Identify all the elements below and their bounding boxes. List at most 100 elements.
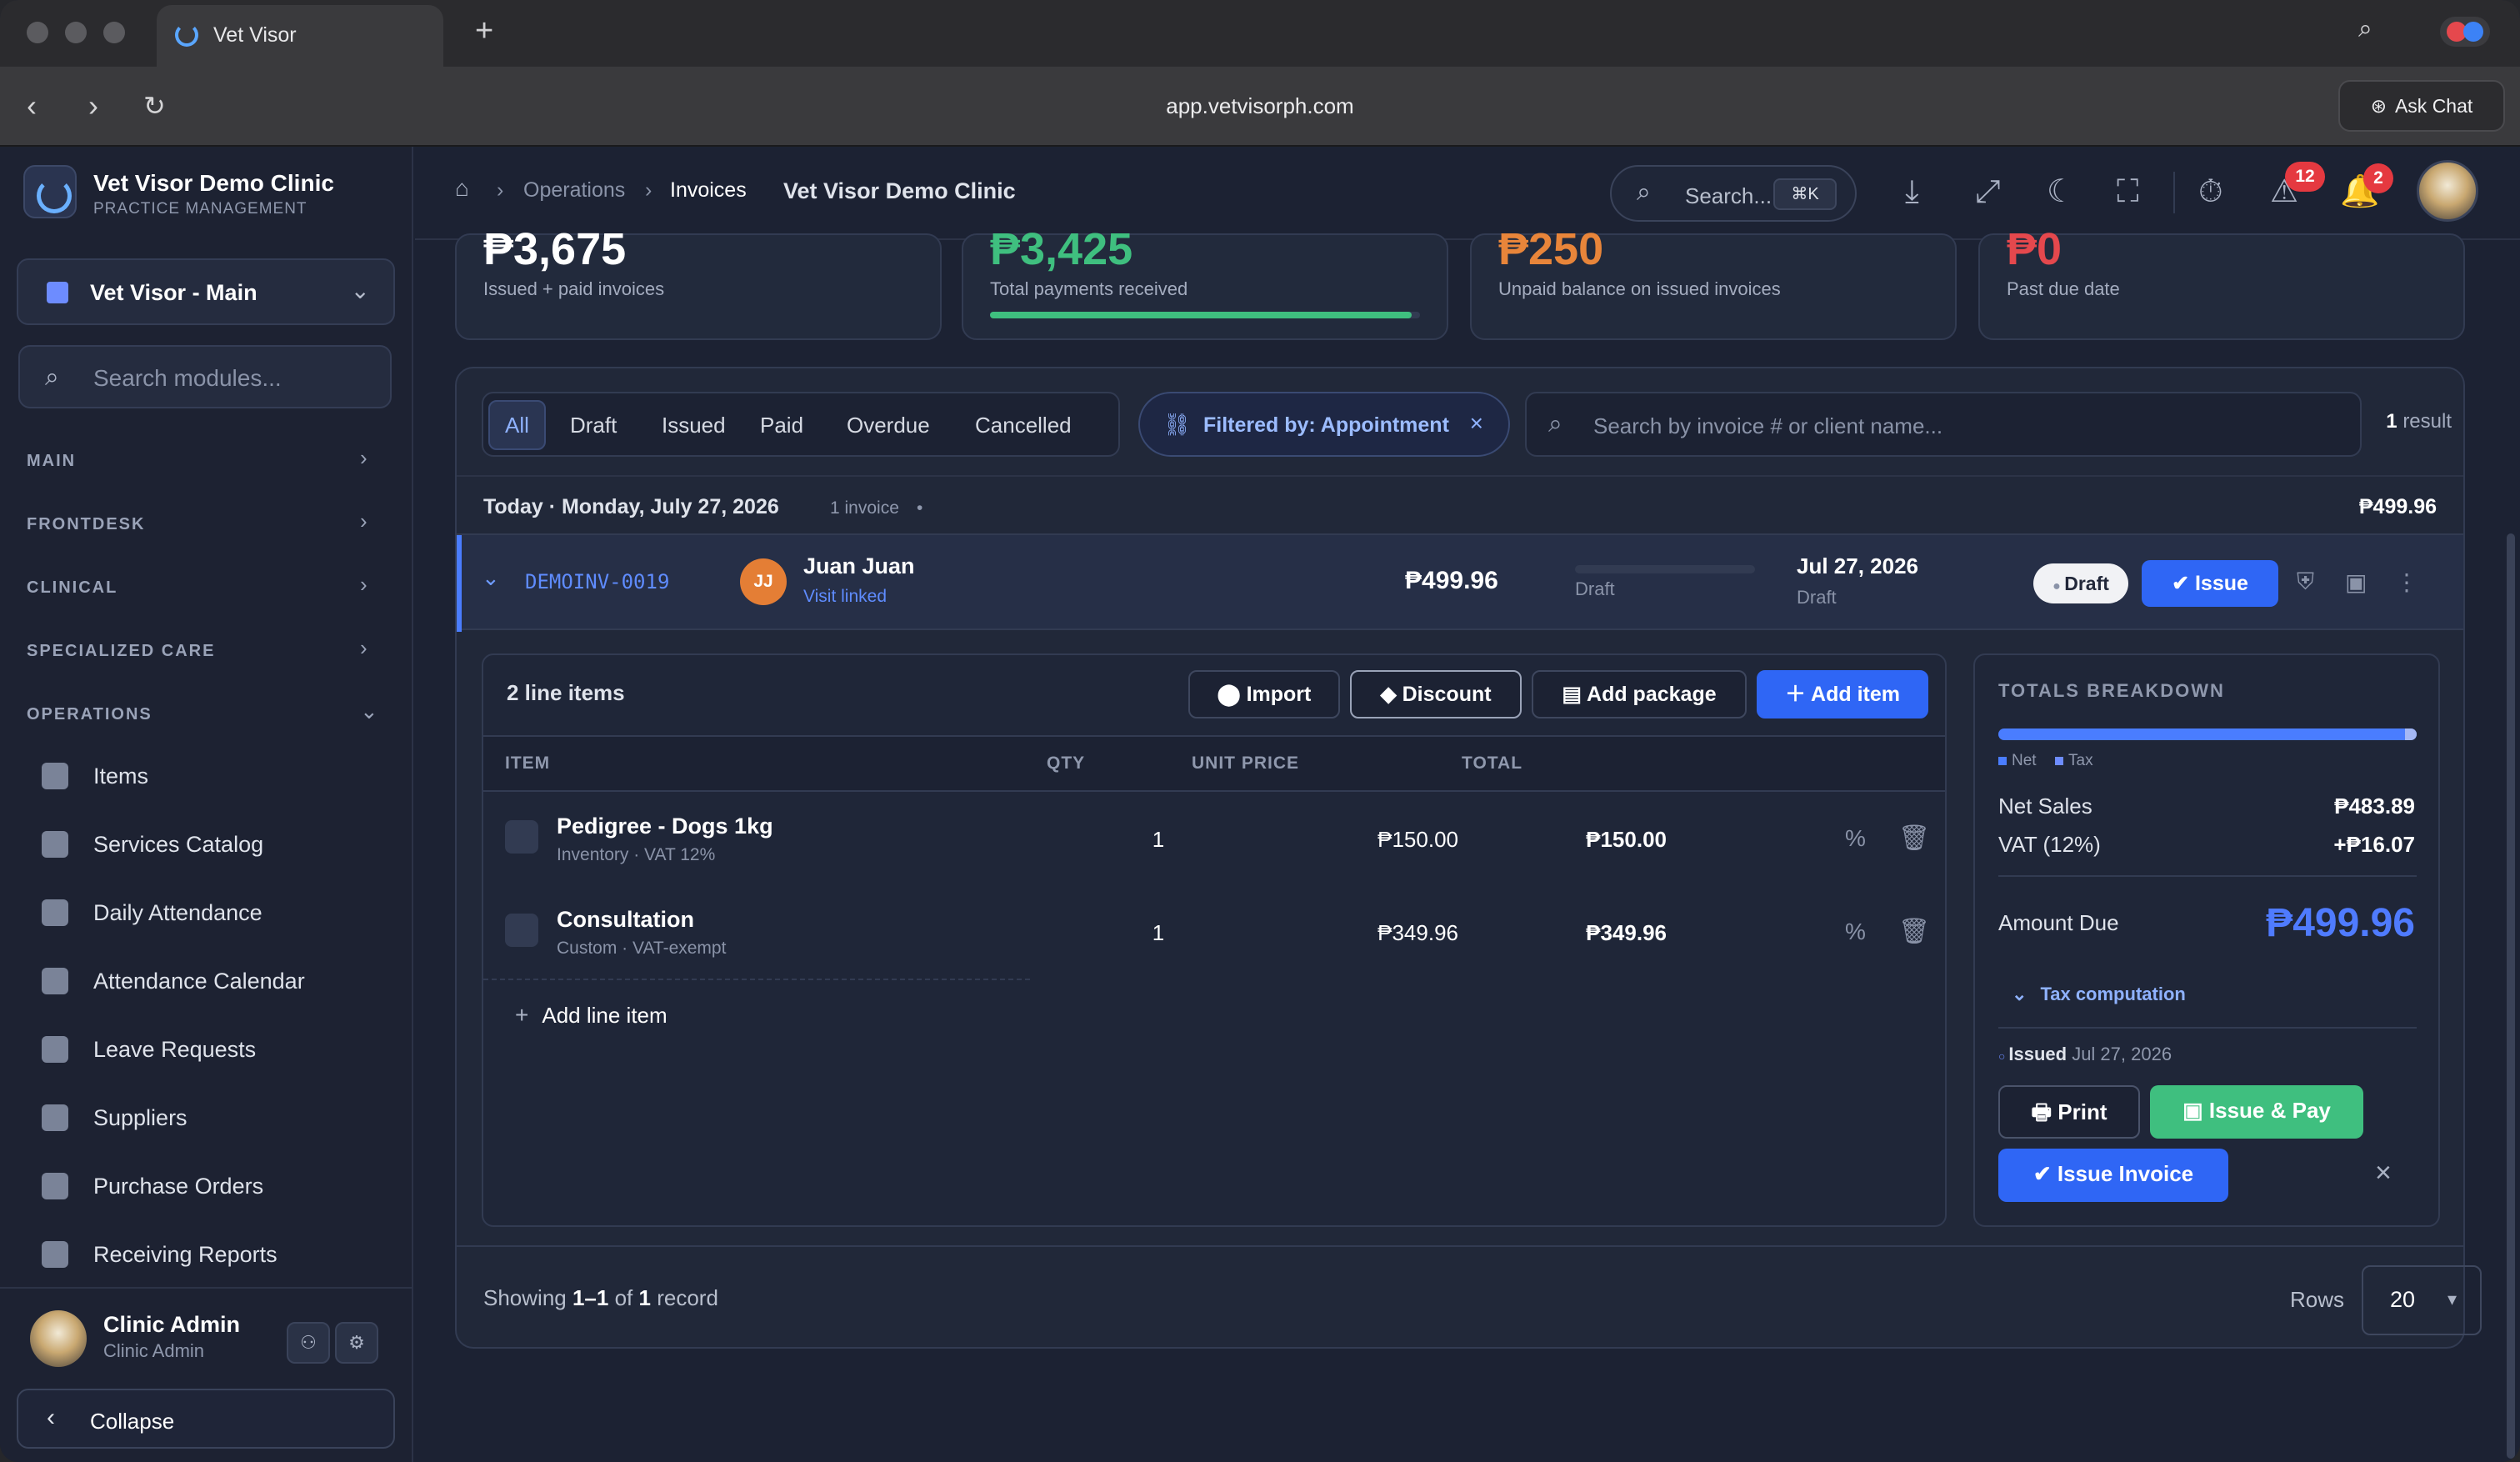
sidebar-item-services-catalog[interactable]: Services Catalog — [42, 824, 263, 865]
line-item-qty[interactable]: 1 — [1142, 827, 1175, 853]
expand-icon[interactable]: ⤢ — [1975, 175, 2000, 208]
chevron-right-icon[interactable]: › — [360, 508, 368, 534]
invoice-search-input[interactable]: ⌕ Search by invoice # or client name... — [1525, 392, 2362, 457]
tab-all[interactable]: All — [488, 400, 546, 450]
invoice-row[interactable]: ⌄ DEMOINV-0019 JJ Juan Juan Visit linked… — [457, 533, 2463, 632]
more-vertical-icon[interactable]: ⋮ — [2395, 568, 2418, 596]
add-item-button[interactable]: ＋ Add item — [1757, 670, 1928, 718]
page-scrollbar[interactable] — [2507, 533, 2515, 1459]
breadcrumb-operations[interactable]: Operations — [523, 178, 625, 203]
print-button[interactable]: 🖶 Print — [1998, 1085, 2140, 1139]
showing-records: Showing 1–1 of 1 record — [483, 1285, 718, 1311]
line-item-total: ₱349.96 — [1586, 920, 1667, 945]
issue-invoice-label: Issue Invoice — [2057, 1161, 2194, 1186]
breadcrumb-invoices[interactable]: Invoices — [670, 178, 747, 203]
tab-draft[interactable]: Draft — [555, 400, 632, 450]
issue-invoice-button[interactable]: ✔ Issue Invoice — [1998, 1149, 2228, 1202]
chevron-right-icon[interactable]: › — [360, 635, 368, 661]
avatar[interactable] — [2417, 160, 2478, 222]
tab-paid[interactable]: Paid — [745, 400, 818, 450]
import-button[interactable]: ⬤ Import — [1188, 670, 1340, 718]
avatar[interactable] — [30, 1310, 87, 1367]
date-group-label: Today · Monday, July 27, 2026 — [483, 495, 779, 518]
tab-issued[interactable]: Issued — [647, 400, 741, 450]
alerts-count-badge: 12 — [2285, 162, 2325, 192]
add-line-item-button[interactable]: + Add line item — [515, 1002, 668, 1029]
shield-icon[interactable]: ⛨ — [2297, 568, 2314, 596]
invoice-number[interactable]: DEMOINV-0019 — [525, 570, 669, 593]
switch-user-icon[interactable]: ⚇ — [287, 1322, 330, 1364]
sidebar-item-attendance-calendar[interactable]: Attendance Calendar — [42, 960, 305, 1002]
trash-icon[interactable]: 🗑 — [1898, 824, 1930, 853]
sidebar-item-leave-requests[interactable]: Leave Requests — [42, 1029, 256, 1070]
fullscreen-icon[interactable]: ⛶ — [2117, 175, 2139, 208]
minimize-window-dot[interactable] — [65, 22, 87, 43]
download-icon[interactable]: ⤓ — [1905, 175, 1919, 208]
search-tabs-icon[interactable]: ⌕ — [2358, 15, 2372, 43]
branch-selector[interactable]: Vet Visor - Main ⌄ — [17, 258, 395, 325]
close-icon[interactable]: × — [1470, 410, 1483, 437]
home-icon[interactable]: ⌂ — [455, 175, 469, 202]
gear-icon[interactable]: ⚙ — [335, 1322, 378, 1364]
chevron-right-icon[interactable]: › — [360, 445, 368, 471]
percent-icon[interactable]: % — [1845, 919, 1866, 945]
discount-button[interactable]: ◆ Discount — [1350, 670, 1522, 718]
global-search-input[interactable]: ⌕ Search... ⌘K — [1610, 165, 1857, 222]
line-items-header: ITEM QTY UNIT PRICE TOTAL — [483, 735, 1945, 792]
moon-icon[interactable]: ☾ — [2047, 175, 2075, 208]
payments-progress-track — [990, 312, 1420, 318]
browser-tab[interactable]: Vet Visor — [157, 5, 443, 67]
sidebar-item-items[interactable]: Items — [42, 755, 148, 797]
cash-icon: ▣ — [2182, 1098, 2209, 1123]
url-field[interactable]: app.vetvisorph.com — [0, 93, 2520, 119]
stopwatch-icon[interactable]: ⏱ — [2198, 175, 2223, 208]
sidebar-item-daily-attendance[interactable]: Daily Attendance — [42, 892, 262, 934]
close-window-dot[interactable] — [27, 22, 48, 43]
section-clinical[interactable]: CLINICAL — [27, 578, 118, 598]
sidebar-item-label: Items — [93, 763, 149, 789]
sidebar-item-receiving-reports[interactable]: Receiving Reports — [42, 1234, 278, 1275]
line-item-unit-price[interactable]: ₱150.00 — [1325, 827, 1458, 853]
module-search-input[interactable]: ⌕ Search modules... — [18, 345, 392, 408]
chevron-down-icon[interactable]: ⌄ — [360, 698, 378, 724]
chevron-down-icon[interactable]: ⌄ — [482, 565, 500, 591]
truck-icon — [42, 1104, 68, 1131]
stat-card-issued: ₱3,675 Issued + paid invoices — [455, 224, 942, 340]
line-item-qty[interactable]: 1 — [1142, 920, 1175, 946]
issue-and-pay-button[interactable]: ▣ Issue & Pay — [2150, 1085, 2363, 1139]
percent-icon[interactable]: % — [1845, 825, 1866, 852]
profile-extension-icon[interactable] — [2440, 17, 2490, 47]
sidebar-item-suppliers[interactable]: Suppliers — [42, 1097, 188, 1139]
tab-overdue[interactable]: Overdue — [832, 400, 945, 450]
ask-chat-button[interactable]: ⊛ Ask Chat — [2338, 80, 2505, 132]
chevron-right-icon[interactable]: › — [360, 572, 368, 598]
line-item-total: ₱150.00 — [1586, 827, 1667, 852]
payment-progress-bar — [1575, 565, 1755, 573]
visit-linked-link[interactable]: Visit linked — [803, 587, 887, 607]
maximize-window-dot[interactable] — [103, 22, 125, 43]
section-main[interactable]: MAIN — [27, 452, 76, 471]
tab-cancelled[interactable]: Cancelled — [960, 400, 1087, 450]
top-header: ⌂ › Operations › Invoices Vet Visor Demo… — [415, 147, 2520, 240]
table-row[interactable]: Pedigree - Dogs 1kg Inventory · VAT 12% … — [483, 794, 1945, 887]
close-icon[interactable]: × — [2375, 1157, 2392, 1189]
image-icon[interactable]: ▣ — [2345, 568, 2367, 596]
sidebar-item-label: Attendance Calendar — [93, 968, 305, 994]
clinic-logo — [23, 165, 77, 218]
appointment-filter-chip[interactable]: ⛓ Filtered by: Appointment × — [1138, 392, 1510, 457]
issue-button[interactable]: ✔ Issue — [2142, 560, 2278, 607]
add-package-button[interactable]: ▤ Add package — [1532, 670, 1747, 718]
date-group-count: 1 invoice — [830, 498, 899, 518]
section-specialized-care[interactable]: SPECIALIZED CARE — [27, 642, 215, 661]
trash-icon[interactable]: 🗑 — [1898, 917, 1930, 946]
user-panel: Clinic Admin Clinic Admin ⚇ ⚙ — [0, 1287, 413, 1380]
tax-computation-toggle[interactable]: ⌄ Tax computation — [2012, 984, 2186, 1005]
rows-per-page-select[interactable]: 20 ▾ — [2362, 1265, 2482, 1335]
issue-button-label: Issue — [2194, 572, 2248, 595]
sidebar-item-purchase-orders[interactable]: Purchase Orders — [42, 1165, 263, 1207]
section-frontdesk[interactable]: FRONTDESK — [27, 515, 145, 534]
section-operations[interactable]: OPERATIONS — [27, 705, 152, 724]
new-tab-icon[interactable]: + — [475, 13, 493, 49]
collapse-sidebar-button[interactable]: ‹ Collapse — [17, 1389, 395, 1449]
line-item-unit-price[interactable]: ₱349.96 — [1325, 920, 1458, 946]
